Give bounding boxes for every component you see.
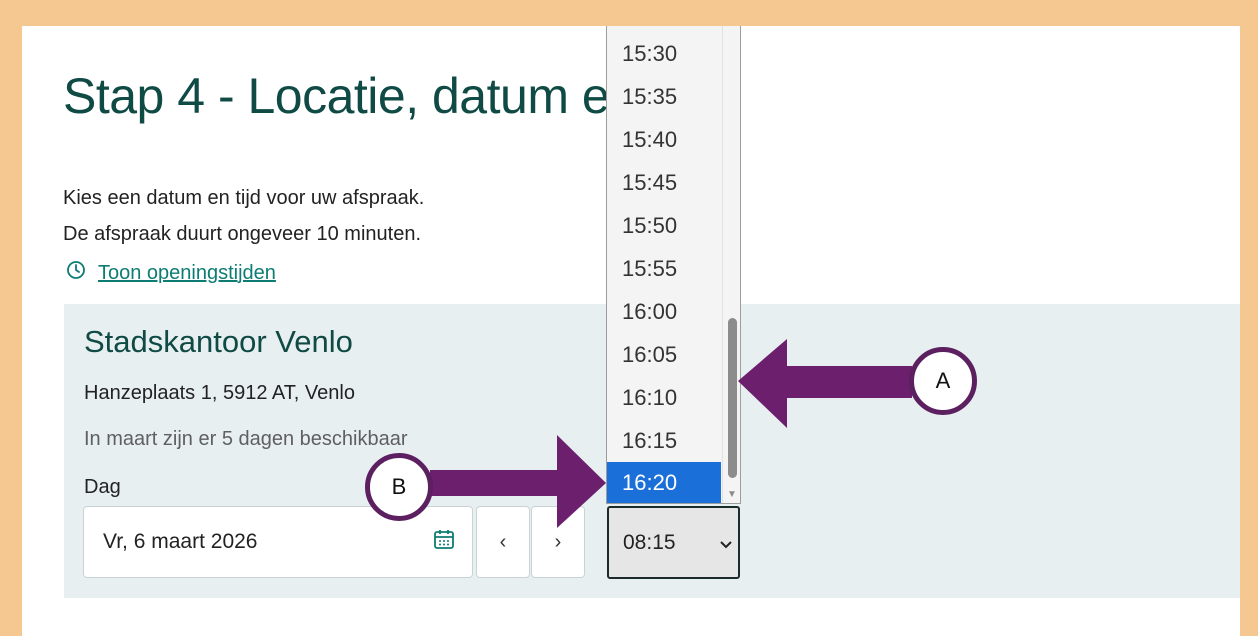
annotation-arrows [430, 339, 912, 528]
annotation-badge-a: A [909, 347, 977, 415]
arrow-b [430, 435, 606, 528]
annotation-badge-b: B [365, 453, 433, 521]
arrow-a [738, 339, 912, 428]
